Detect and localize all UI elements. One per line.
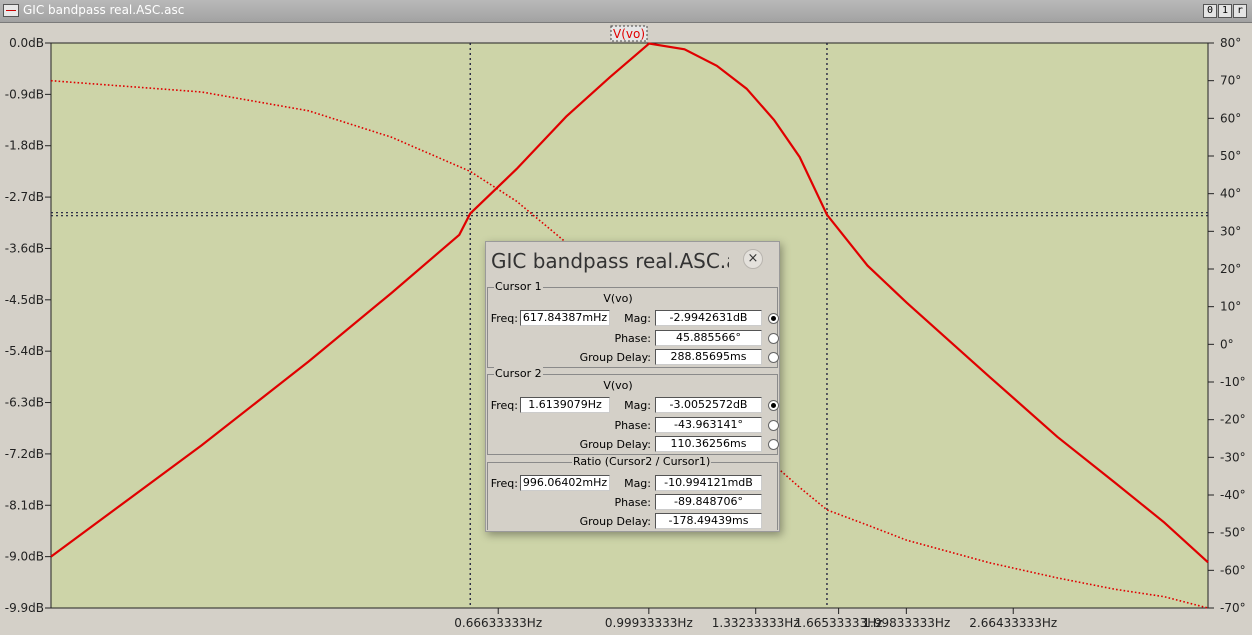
waveform-app-icon (3, 4, 19, 17)
minimize-button[interactable]: 0 (1203, 4, 1217, 18)
x-tick-label: 1.33233333Hz (712, 616, 800, 630)
cursor-dialog: GIC bandpass real.ASC.asc × Cursor 1 V(v… (485, 241, 780, 532)
right-tick-label: 10° (1220, 300, 1241, 314)
right-tick-label: 20° (1220, 262, 1241, 276)
right-tick-label: -20° (1220, 413, 1246, 427)
left-tick-label: -9.0dB (5, 550, 44, 564)
ratio-mag-value: -10.994121mdB (655, 475, 762, 491)
cursor1-freq-input[interactable]: 617.84387mHz (520, 310, 610, 326)
ratio-title: Ratio (Cursor2 / Cursor1) (572, 455, 712, 468)
cursor1-mag-value: -2.9942631dB (655, 310, 762, 326)
cursor2-title: Cursor 2 (494, 367, 543, 380)
right-tick-label: 50° (1220, 149, 1241, 163)
ratio-mag-label: Mag: (624, 477, 651, 490)
right-tick-label: -30° (1220, 450, 1246, 464)
x-tick-label: 0.66633333Hz (454, 616, 542, 630)
right-tick-label: 0° (1220, 337, 1234, 351)
x-tick-label: 0.99933333Hz (605, 616, 693, 630)
cursor1-freq-label: Freq: (490, 312, 518, 325)
x-axis: 0.66633333Hz 0.99933333Hz 1.33233333Hz1.66… (454, 608, 1057, 630)
left-tick-label: -2.7dB (5, 190, 44, 204)
right-axis: 80° 70° 60° 50° 40° 30° 20° 10° 0° -10° -20° -30° -4… (1208, 36, 1246, 615)
ratio-group: Ratio (Cursor2 / Cursor1) Freq: 996.0640… (487, 455, 778, 530)
ratio-gd-label: Group Delay: (579, 515, 651, 528)
trace-name-label: V(vo) (613, 27, 645, 41)
ratio-phase-label: Phase: (614, 496, 651, 509)
right-tick-label: 70° (1220, 74, 1241, 88)
ratio-freq-label: Freq: (490, 477, 518, 490)
right-tick-label: -10° (1220, 375, 1246, 389)
dialog-title: GIC bandpass real.ASC.asc (491, 249, 729, 273)
x-tick-label: 1.99833333Hz (862, 616, 950, 630)
cursor1-phase-label: Phase: (614, 332, 651, 345)
title-bar: GIC bandpass real.ASC.asc 0 1 r (0, 0, 1252, 23)
right-tick-label: 40° (1220, 187, 1241, 201)
trace-label-box[interactable]: V(vo) (610, 25, 648, 42)
cursor2-phase-label: Phase: (614, 419, 651, 432)
cursor2-freq-input[interactable]: 1.6139079Hz (520, 397, 610, 413)
cursor1-phase-value: 45.885566° (655, 330, 762, 346)
close-window-button[interactable]: r (1233, 4, 1247, 18)
left-tick-label: -0.9dB (5, 87, 44, 101)
ratio-phase-value: -89.848706° (655, 494, 762, 510)
cursor2-phase-radio[interactable] (768, 420, 779, 431)
cursor2-freq-label: Freq: (490, 399, 518, 412)
cursor2-gd-value: 110.36256ms (655, 436, 762, 452)
cursor1-group: Cursor 1 V(vo) Freq: 617.84387mHz Mag: -… (487, 280, 779, 368)
cursor2-group: Cursor 2 V(vo) Freq: 1.6139079Hz Mag: -3… (487, 367, 779, 455)
cursor1-signal: V(vo) (603, 292, 633, 305)
ratio-freq-value: 996.06402mHz (520, 475, 610, 491)
right-tick-label: 60° (1220, 111, 1241, 125)
cursor1-gd-value: 288.85695ms (655, 349, 762, 365)
right-tick-label: 80° (1220, 36, 1241, 50)
left-tick-label: -8.1dB (5, 498, 44, 512)
maximize-button[interactable]: 1 (1218, 4, 1232, 18)
cursor2-mag-label: Mag: (624, 399, 651, 412)
cursor2-gd-radio[interactable] (768, 439, 779, 450)
cursor2-gd-label: Group Delay: (579, 438, 651, 451)
cursor1-title: Cursor 1 (494, 280, 543, 293)
right-tick-label: -50° (1220, 526, 1246, 540)
cursor1-phase-radio[interactable] (768, 333, 779, 344)
right-tick-label: -40° (1220, 488, 1246, 502)
left-tick-label: -6.3dB (5, 396, 44, 410)
dialog-close-button[interactable]: × (743, 249, 763, 269)
left-tick-label: 0.0dB (9, 36, 44, 50)
ratio-gd-value: -178.49439ms (655, 513, 762, 529)
cursor1-mag-radio[interactable] (768, 313, 779, 324)
left-tick-label: -7.2dB (5, 447, 44, 461)
cursor2-phase-value: -43.963141° (655, 417, 762, 433)
cursor2-signal: V(vo) (603, 379, 633, 392)
left-tick-label: -4.5dB (5, 293, 44, 307)
window-title: GIC bandpass real.ASC.asc (23, 3, 185, 17)
cursor1-gd-label: Group Delay: (579, 351, 651, 364)
left-axis: 0.0dB -0.9dB -1.8dB -2.7dB -3.6dB -4.5dB -5.4d… (5, 36, 51, 615)
x-tick-label: 2.66433333Hz (969, 616, 1057, 630)
left-tick-label: -9.9dB (5, 601, 44, 615)
right-tick-label: -70° (1220, 601, 1246, 615)
right-tick-label: 30° (1220, 224, 1241, 238)
right-tick-label: -60° (1220, 563, 1246, 577)
cursor1-gd-radio[interactable] (768, 352, 779, 363)
cursor1-mag-label: Mag: (624, 312, 651, 325)
left-tick-label: -5.4dB (5, 344, 44, 358)
left-tick-label: -1.8dB (5, 139, 44, 153)
cursor2-mag-radio[interactable] (768, 400, 779, 411)
left-tick-label: -3.6dB (5, 241, 44, 255)
cursor2-mag-value: -3.0052572dB (655, 397, 762, 413)
